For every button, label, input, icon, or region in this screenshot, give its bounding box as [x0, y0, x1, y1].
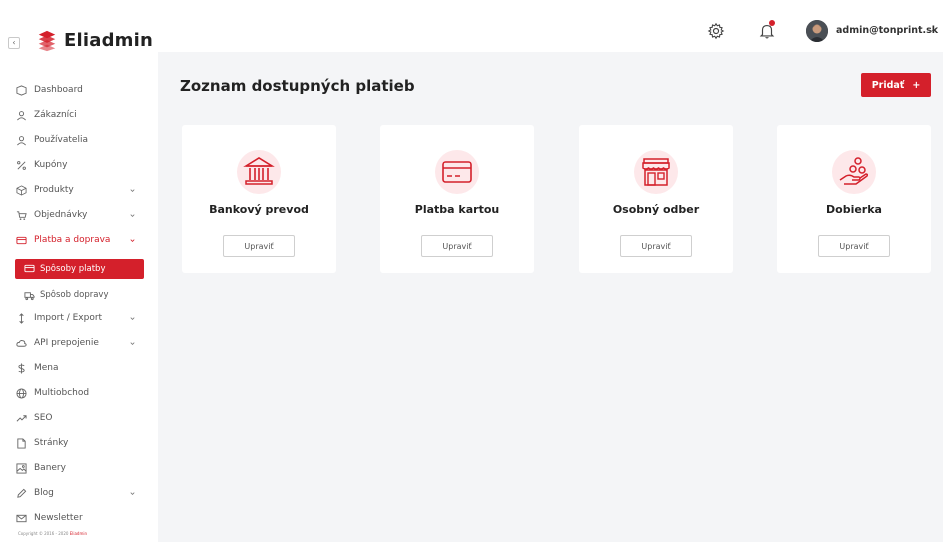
eliadmin-logo-icon [38, 30, 56, 52]
pen-icon [17, 488, 27, 498]
sidebar-item-label: Spôsob dopravy [40, 290, 109, 300]
import-export-icon [19, 313, 24, 324]
edit-button[interactable]: Upraviť [620, 235, 692, 257]
truck-icon [24, 292, 35, 301]
sidebar: ‹ Eliadmin Dashboard Zákazníci Používate… [0, 0, 158, 542]
dollar-icon [18, 363, 25, 374]
sidebar-item-newsletter[interactable]: Newsletter [0, 508, 158, 530]
sidebar-item-label: API prepojenie [34, 338, 99, 348]
payment-card-bank-transfer: Bankový prevod Upraviť [182, 125, 336, 273]
box-icon [16, 185, 27, 196]
credit-card-icon [442, 161, 472, 183]
user-email[interactable]: admin@tonprint.sk [836, 25, 938, 36]
sidebar-item-label: Stránky [34, 438, 69, 448]
sidebar-item-label: Newsletter [34, 513, 83, 523]
chevron-down-icon [130, 492, 135, 495]
chevron-down-icon[interactable] [928, 28, 934, 34]
chevron-down-icon [130, 189, 135, 192]
globe-icon [16, 388, 27, 399]
payment-card-personal-pickup: Osobný odber Upraviť [579, 125, 733, 273]
sidebar-item-kupony[interactable]: Kupóny [0, 155, 158, 177]
sidebar-item-label: SEO [34, 413, 53, 423]
sidebar-item-label: Zákazníci [34, 110, 77, 120]
percent-icon [17, 161, 26, 170]
sidebar-item-label: Dashboard [34, 85, 83, 95]
mail-icon [16, 514, 27, 523]
avatar[interactable] [806, 20, 828, 42]
card-icon [24, 264, 35, 273]
copyright-text: Copyright © 2016 - 2020 [18, 531, 70, 536]
avatar-photo-icon [806, 20, 828, 42]
sidebar-item-label: Mena [34, 363, 59, 373]
edit-button[interactable]: Upraviť [223, 235, 295, 257]
sidebar-item-label: Blog [34, 488, 54, 498]
card-title: Platba kartou [414, 203, 500, 216]
sidebar-item-platba-a-doprava[interactable]: Platba a doprava [0, 230, 158, 252]
payment-card-cash-on-delivery: Dobierka Upraviť [777, 125, 931, 273]
gear-icon[interactable] [707, 22, 725, 40]
sidebar-item-zakaznici[interactable]: Zákazníci [0, 105, 158, 127]
card-title: Bankový prevod [209, 203, 309, 216]
image-icon [16, 463, 27, 474]
card-title: Dobierka [826, 203, 882, 216]
sidebar-item-blog[interactable]: Blog [0, 483, 158, 505]
user-icon [17, 111, 26, 121]
chevron-down-icon [130, 239, 135, 242]
add-payment-button[interactable]: Pridať + [861, 73, 931, 97]
sidebar-item-produkty[interactable]: Produkty [0, 180, 158, 202]
chevron-down-icon [130, 214, 135, 217]
user-icon [17, 136, 26, 146]
bank-icon [243, 157, 275, 185]
chevron-down-icon [130, 342, 135, 345]
dashboard-icon [16, 85, 27, 96]
trend-icon [16, 415, 27, 422]
edit-button[interactable]: Upraviť [421, 235, 493, 257]
sidebar-item-label: Banery [34, 463, 66, 473]
sidebar-item-label: Objednávky [34, 210, 88, 220]
payment-card-card-payment: Platba kartou Upraviť [380, 125, 534, 273]
card-title: Osobný odber [612, 203, 700, 216]
card-icon [16, 236, 27, 245]
sidebar-item-pouzivatelia[interactable]: Používatelia [0, 130, 158, 152]
page-title: Zoznam dostupných platieb [180, 77, 415, 95]
sidebar-item-banery[interactable]: Banery [0, 458, 158, 480]
sidebar-item-label: Platba a doprava [34, 235, 111, 245]
notification-badge [769, 20, 775, 26]
sidebar-item-sposoby-platby[interactable]: Spôsoby platby [15, 259, 144, 279]
brand: ‹ Eliadmin [0, 24, 158, 58]
sidebar-item-multiobchod[interactable]: Multiobchod [0, 383, 158, 405]
sidebar-collapse-button[interactable]: ‹ [8, 37, 20, 49]
page-icon [17, 438, 26, 449]
sidebar-item-sposob-dopravy[interactable]: Spôsob dopravy [0, 285, 158, 307]
sidebar-item-label: Import / Export [34, 313, 103, 323]
sidebar-item-mena[interactable]: Mena [0, 358, 158, 380]
chevron-down-icon [130, 317, 135, 320]
sidebar-item-import-export[interactable]: Import / Export [0, 308, 158, 330]
coins-hand-icon [839, 157, 869, 185]
sidebar-item-stranky[interactable]: Stránky [0, 433, 158, 455]
sidebar-item-objednavky[interactable]: Objednávky [0, 205, 158, 227]
add-button-label: Pridať [871, 79, 905, 91]
cloud-icon [16, 340, 27, 347]
sidebar-item-api-prepojenie[interactable]: API prepojenie [0, 333, 158, 355]
brand-name: Eliadmin [64, 30, 154, 51]
sidebar-item-seo[interactable]: SEO [0, 408, 158, 430]
copyright-link[interactable]: Eliadmin [70, 531, 87, 536]
sidebar-item-label: Produkty [34, 185, 74, 195]
cart-icon [16, 211, 27, 220]
sidebar-item-dashboard[interactable]: Dashboard [0, 80, 158, 102]
store-icon [642, 158, 670, 186]
copyright: Copyright © 2016 - 2020 Eliadmin [18, 531, 87, 536]
edit-button[interactable]: Upraviť [818, 235, 890, 257]
sidebar-item-label: Multiobchod [34, 388, 90, 398]
sidebar-item-label: Používatelia [34, 135, 88, 145]
sidebar-item-label: Kupóny [34, 160, 68, 170]
sidebar-item-label: Spôsoby platby [40, 264, 106, 274]
plus-icon: + [912, 79, 921, 91]
